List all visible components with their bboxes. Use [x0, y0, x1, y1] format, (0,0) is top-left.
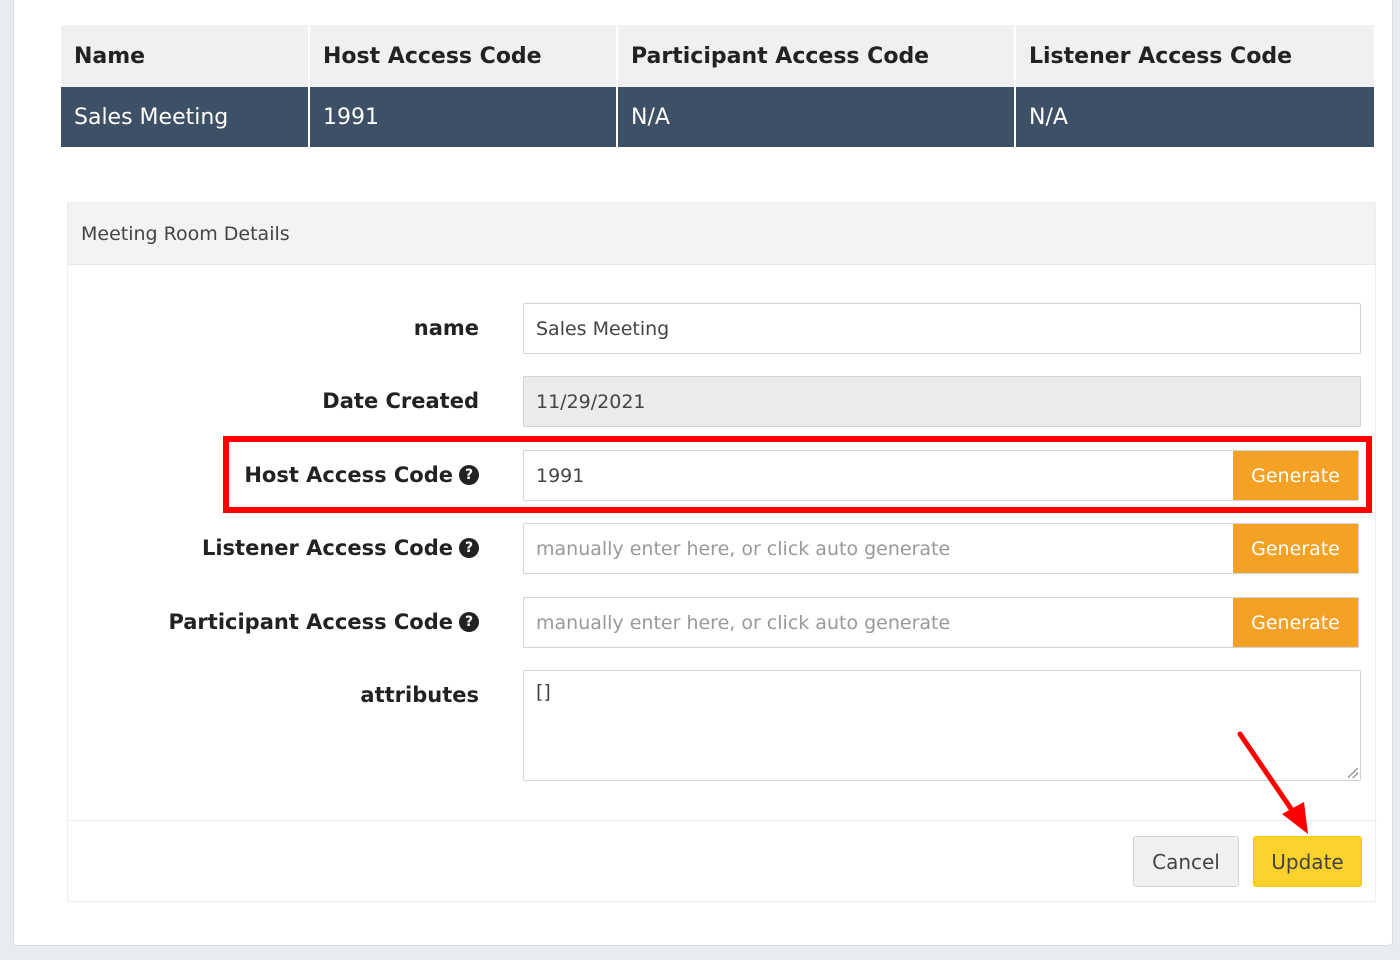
cell-listener-code[interactable]: N/A	[1015, 87, 1374, 147]
cell-host-code[interactable]: 1991	[309, 87, 618, 147]
cell-participant-code[interactable]: N/A	[617, 87, 1016, 147]
question-circle-icon[interactable]: ?	[459, 465, 479, 485]
participant-code-input[interactable]: manually enter here, or click auto gener…	[523, 597, 1359, 648]
name-input[interactable]: Sales Meeting	[523, 303, 1361, 354]
question-circle-icon[interactable]: ?	[459, 612, 479, 632]
question-circle-icon[interactable]: ?	[459, 538, 479, 558]
participant-code-label: Participant Access Code ?	[168, 610, 479, 634]
table-header-row: Name Host Access Code Participant Access…	[61, 25, 1374, 87]
annotation-arrow-icon	[1237, 731, 1308, 834]
date-created-field: 11/29/2021	[523, 376, 1361, 427]
listener-code-input[interactable]: manually enter here, or click auto gener…	[523, 523, 1359, 574]
table-row[interactable]: Sales Meeting 1991 N/A N/A	[61, 87, 1374, 147]
meeting-room-details-panel: Meeting Room Details name Sales Meeting …	[67, 202, 1377, 902]
name-label: name	[413, 316, 479, 340]
participant-code-generate-button[interactable]: Generate	[1233, 598, 1358, 647]
panel-title: Meeting Room Details	[68, 203, 1375, 265]
update-button[interactable]: Update	[1253, 836, 1362, 887]
cancel-button[interactable]: Cancel	[1133, 836, 1239, 887]
column-header-name[interactable]: Name	[61, 25, 310, 87]
attributes-label: attributes	[360, 683, 479, 707]
meeting-rooms-table: Name Host Access Code Participant Access…	[61, 25, 1374, 147]
column-header-listener-code[interactable]: Listener Access Code	[1015, 25, 1374, 87]
host-code-label: Host Access Code ?	[244, 463, 479, 487]
cell-name[interactable]: Sales Meeting	[61, 87, 310, 147]
resize-handle-icon[interactable]	[1348, 768, 1358, 778]
listener-code-label: Listener Access Code ?	[202, 536, 479, 560]
column-header-host-code[interactable]: Host Access Code	[309, 25, 618, 87]
date-created-label: Date Created	[322, 389, 479, 413]
listener-code-generate-button[interactable]: Generate	[1233, 524, 1358, 573]
panel-footer: Cancel Update	[68, 820, 1377, 902]
column-header-participant-code[interactable]: Participant Access Code	[617, 25, 1016, 87]
host-code-input[interactable]: 1991 Generate	[523, 450, 1359, 501]
host-code-generate-button[interactable]: Generate	[1233, 451, 1358, 500]
